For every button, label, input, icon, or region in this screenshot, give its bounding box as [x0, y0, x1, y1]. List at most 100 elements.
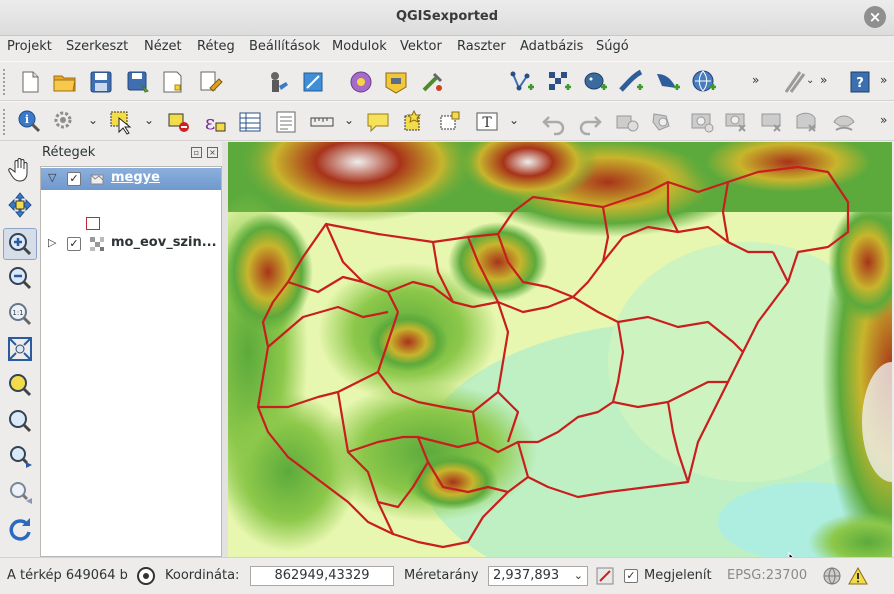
identify-icon[interactable]: i — [16, 108, 44, 136]
statusbar: A térkép 649064 b Koordináta: 862949,433… — [0, 557, 894, 594]
add-ring-icon[interactable] — [613, 108, 641, 136]
measure-line-icon[interactable] — [308, 108, 336, 136]
select-features-icon[interactable] — [107, 108, 135, 136]
add-wfs-layer-icon[interactable] — [690, 68, 718, 96]
toolbar-overflow-button-4[interactable]: » — [880, 113, 887, 127]
add-wms-layer-icon[interactable] — [654, 68, 682, 96]
new-project-icon[interactable] — [16, 68, 44, 96]
layer-visibility-checkbox[interactable]: ✓ — [67, 237, 81, 251]
toolbar-overflow-button[interactable]: » — [752, 73, 759, 87]
toolbar-handle[interactable] — [2, 68, 6, 96]
layer-visibility-checkbox[interactable]: ✓ — [67, 172, 81, 186]
toolbar-handle[interactable] — [2, 108, 6, 136]
menu-raszter[interactable]: Raszter — [457, 39, 506, 54]
select-by-expression-icon[interactable]: ε — [201, 108, 229, 136]
pan-hand-icon[interactable] — [6, 156, 34, 184]
menu-beallitasok[interactable]: Beállítások — [249, 39, 320, 54]
text-annotation-icon[interactable]: T — [473, 108, 501, 136]
show-bookmarks-icon[interactable] — [436, 108, 464, 136]
menu-szerkeszt[interactable]: Szerkeszt — [66, 39, 128, 54]
statistics-icon[interactable] — [272, 108, 300, 136]
delete-part-icon[interactable] — [758, 108, 786, 136]
svg-text:i: i — [25, 113, 29, 126]
touch-zoom-icon[interactable] — [299, 68, 327, 96]
toolbar-overflow-button-2[interactable]: » — [820, 73, 827, 87]
chevron-down-icon[interactable]: ⌄ — [144, 113, 154, 127]
zoom-native-icon[interactable]: 1:1 — [6, 300, 34, 328]
pan-to-selection-icon[interactable] — [6, 191, 34, 219]
zoom-to-layer-icon[interactable] — [6, 407, 34, 435]
layer-name[interactable]: mo_eov_szin... — [111, 235, 217, 250]
digitize-tools-icon[interactable] — [780, 68, 808, 96]
new-print-composer-icon[interactable] — [159, 68, 187, 96]
save-project-icon[interactable] — [87, 68, 115, 96]
layer-row-megye[interactable]: ▽ ✓ megye — [41, 168, 221, 190]
zoom-in-button[interactable] — [3, 228, 37, 260]
menu-modulok[interactable]: Modulok — [332, 39, 387, 54]
layer-tree[interactable]: ▽ ✓ megye ▷ ✓ mo_eov_szin... — [40, 166, 222, 557]
menu-reteg[interactable]: Réteg — [197, 39, 235, 54]
layer-name[interactable]: megye — [111, 170, 160, 185]
close-panel-icon[interactable]: × — [207, 147, 218, 158]
refresh-icon[interactable] — [6, 515, 34, 543]
menu-nezet[interactable]: Nézet — [144, 39, 182, 54]
render-checkbox[interactable]: ✓ — [624, 569, 638, 583]
offset-curve-icon[interactable] — [830, 108, 858, 136]
menu-projekt[interactable]: Projekt — [7, 39, 52, 54]
crs-status[interactable]: EPSG:23700 — [727, 568, 807, 583]
run-feature-action-icon[interactable] — [51, 108, 79, 136]
menu-vektor[interactable]: Vektor — [400, 39, 442, 54]
plugin-manager-icon[interactable] — [347, 68, 375, 96]
open-project-icon[interactable] — [51, 68, 79, 96]
zoom-full-icon[interactable] — [6, 335, 34, 363]
undo-icon[interactable] — [540, 108, 568, 136]
map-canvas[interactable] — [228, 142, 892, 557]
add-part-icon[interactable] — [649, 108, 677, 136]
menu-sugo[interactable]: Súgó — [596, 39, 629, 54]
reshape-features-icon[interactable] — [793, 108, 821, 136]
expand-toggle-icon[interactable]: ▷ — [48, 236, 56, 249]
scale-value: 2,937,893 — [493, 568, 560, 583]
close-window-button[interactable]: × — [864, 6, 886, 28]
svg-text:1:1: 1:1 — [12, 309, 23, 317]
chevron-down-icon[interactable]: ⌄ — [574, 567, 583, 585]
warning-icon[interactable] — [848, 566, 868, 586]
stop-render-icon[interactable] — [595, 566, 615, 586]
help-icon[interactable]: ? — [846, 68, 874, 96]
save-as-icon[interactable] — [124, 68, 152, 96]
chevron-down-icon[interactable]: ⌄ — [509, 113, 519, 127]
deselect-features-icon[interactable] — [165, 108, 193, 136]
chevron-down-icon[interactable]: ⌄ — [806, 75, 814, 86]
toolbar-overflow-button-3[interactable]: » — [880, 73, 887, 87]
chevron-down-icon[interactable]: ⌄ — [344, 113, 354, 127]
python-plugin-icon[interactable] — [382, 68, 410, 96]
pan-map-icon[interactable] — [264, 68, 292, 96]
new-bookmark-icon[interactable] — [400, 108, 428, 136]
zoom-out-icon[interactable] — [6, 264, 34, 292]
crs-globe-icon[interactable] — [822, 566, 842, 586]
map-tips-icon[interactable] — [364, 108, 392, 136]
scale-combobox[interactable]: 2,937,893 ⌄ — [488, 566, 588, 586]
messages-icon[interactable] — [136, 566, 156, 586]
delete-ring-icon[interactable] — [722, 108, 750, 136]
attribute-table-icon[interactable] — [236, 108, 264, 136]
composer-manager-icon[interactable] — [196, 68, 224, 96]
map-render — [228, 142, 892, 557]
coordinate-field[interactable]: 862949,43329 — [250, 566, 394, 586]
add-spatialite-layer-icon[interactable] — [617, 68, 645, 96]
zoom-next-icon[interactable] — [6, 479, 34, 507]
add-raster-layer-icon[interactable] — [545, 68, 573, 96]
expand-toggle-icon[interactable]: ▽ — [48, 171, 56, 184]
float-panel-icon[interactable]: ▫ — [191, 147, 202, 158]
fill-ring-icon[interactable] — [688, 108, 716, 136]
add-vector-layer-icon[interactable] — [508, 68, 536, 96]
zoom-last-icon[interactable] — [6, 443, 34, 471]
menu-adatbazis[interactable]: Adatbázis — [520, 39, 583, 54]
layer-row-mo-eov-szin[interactable]: ▷ ✓ mo_eov_szin... — [41, 233, 221, 255]
coordinate-label: Koordináta: — [165, 568, 240, 583]
zoom-to-selection-icon[interactable] — [6, 371, 34, 399]
processing-tools-icon[interactable] — [419, 68, 447, 96]
add-postgis-layer-icon[interactable] — [581, 68, 609, 96]
redo-icon[interactable] — [576, 108, 604, 136]
chevron-down-icon[interactable]: ⌄ — [88, 113, 98, 127]
